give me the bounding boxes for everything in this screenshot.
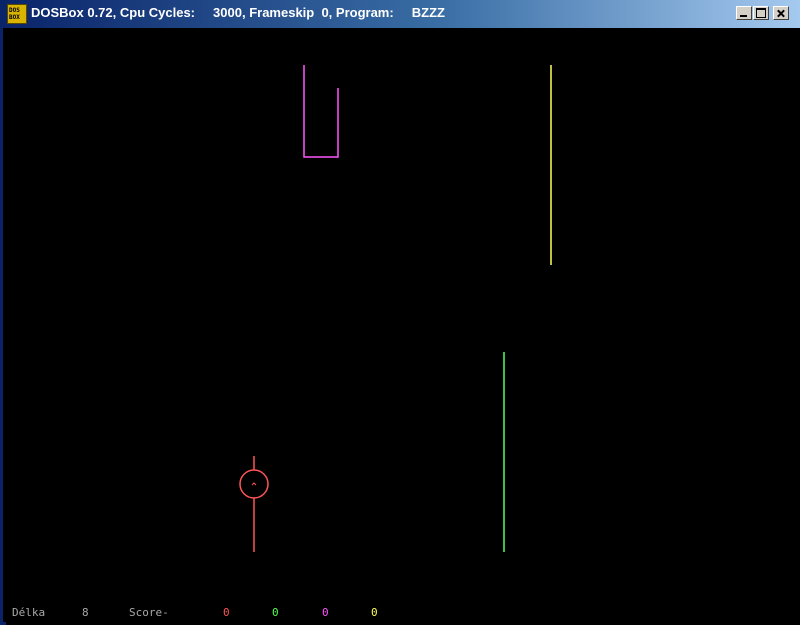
dosbox-window: DOS BOX DOSBox 0.72, Cpu Cycles: 3000, F…: [0, 0, 800, 625]
score-red: 0: [223, 606, 230, 619]
dosbox-app-icon[interactable]: DOS BOX: [7, 4, 27, 24]
game-canvas: [239, 65, 552, 552]
red-player-head-marker: [251, 482, 257, 486]
close-button[interactable]: [773, 6, 789, 20]
title-bar[interactable]: DOS BOX DOSBox 0.72, Cpu Cycles: 3000, F…: [3, 0, 800, 28]
magenta-worm-trail: [303, 65, 339, 158]
app-icon-label: DOS BOX: [9, 7, 20, 21]
red-player-circle: [239, 469, 269, 499]
maximize-button[interactable]: [753, 6, 769, 20]
score-label: Score-: [129, 606, 169, 619]
length-value: 8: [82, 606, 89, 619]
score-yellow: 0: [371, 606, 378, 619]
window-title: DOSBox 0.72, Cpu Cycles: 3000, Frameskip…: [31, 5, 445, 20]
score-magenta: 0: [322, 606, 329, 619]
score-green: 0: [272, 606, 279, 619]
minimize-button[interactable]: [736, 6, 752, 20]
length-label: Délka: [12, 606, 46, 619]
game-screen[interactable]: Délka 8 Score- 0 0 0 0: [6, 28, 800, 625]
